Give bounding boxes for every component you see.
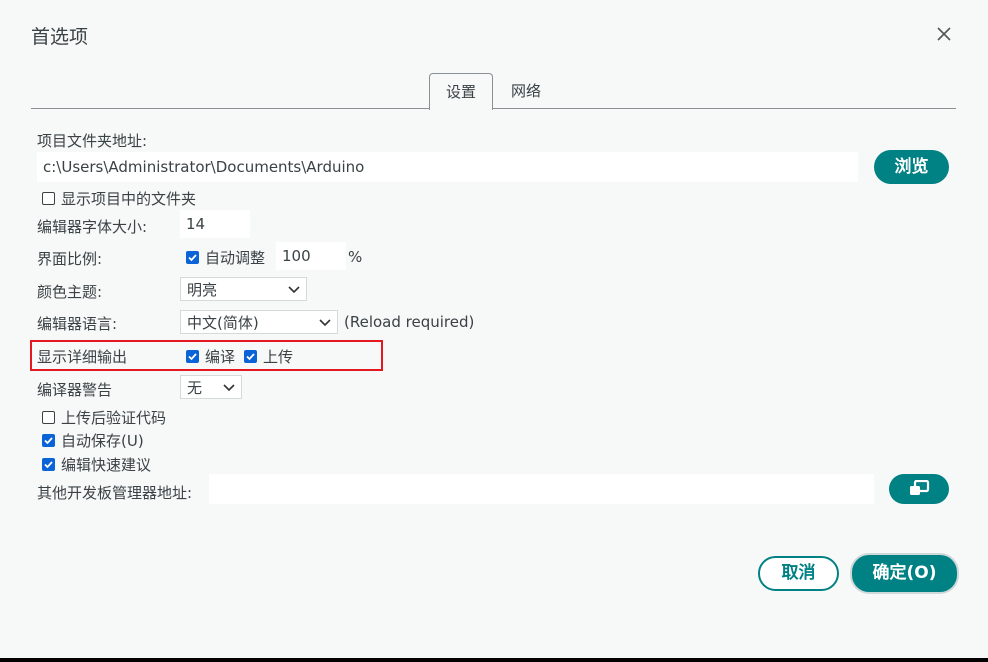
quick-suggestions-checkbox[interactable]: [42, 458, 55, 471]
editor-font-size-input[interactable]: [180, 210, 250, 238]
browse-button[interactable]: 浏览: [874, 150, 949, 184]
editor-font-size-label: 编辑器字体大小:: [37, 218, 148, 236]
verbose-compile-option[interactable]: 编译: [186, 346, 235, 367]
show-files-checkbox[interactable]: [42, 192, 55, 205]
verbose-compile-checkbox[interactable]: [186, 350, 199, 363]
verify-after-upload-option[interactable]: 上传后验证代码: [42, 407, 166, 428]
close-button[interactable]: [932, 22, 956, 46]
cancel-button[interactable]: 取消: [758, 556, 839, 591]
sketchbook-location-label: 项目文件夹地址:: [37, 132, 148, 150]
show-files-label: 显示项目中的文件夹: [61, 190, 197, 208]
chevron-down-icon: [288, 286, 300, 294]
auto-save-label: 自动保存(U): [61, 432, 144, 450]
auto-save-option[interactable]: 自动保存(U): [42, 430, 144, 451]
check-icon: [188, 353, 197, 361]
check-icon: [188, 254, 197, 262]
language-select-value: 中文(简体): [187, 314, 259, 332]
interface-scale-label: 界面比例:: [37, 250, 103, 268]
percent-sign: %: [348, 248, 363, 266]
quick-suggestions-label: 编辑快速建议: [61, 456, 152, 474]
sketchbook-path-input[interactable]: [37, 152, 858, 182]
chevron-down-icon: [223, 384, 235, 392]
compiler-warnings-label: 编译器警告: [37, 381, 113, 399]
check-icon: [44, 437, 53, 445]
close-icon: [937, 27, 951, 41]
dialog-title: 首选项: [31, 26, 89, 48]
auto-save-checkbox[interactable]: [42, 434, 55, 447]
language-label: 编辑器语言:: [37, 315, 118, 333]
verbose-upload-checkbox[interactable]: [244, 350, 257, 363]
theme-select-value: 明亮: [187, 281, 218, 299]
verify-after-upload-checkbox[interactable]: [42, 411, 55, 424]
show-files-option[interactable]: 显示项目中的文件夹: [42, 188, 196, 209]
verbose-compile-label: 编译: [205, 348, 236, 366]
verbose-upload-option[interactable]: 上传: [244, 346, 293, 367]
tab-settings[interactable]: 设置: [429, 73, 493, 110]
board-manager-urls-input[interactable]: [209, 474, 874, 504]
edit-urls-button[interactable]: [889, 474, 949, 504]
verbose-upload-label: 上传: [263, 348, 294, 366]
verbose-output-label: 显示详细输出: [37, 348, 128, 366]
auto-adjust-option[interactable]: 自动调整: [186, 247, 265, 268]
bottom-edge: [0, 658, 988, 662]
board-manager-urls-label: 其他开发板管理器地址:: [37, 484, 193, 502]
open-window-icon: [910, 479, 930, 495]
check-icon: [246, 353, 255, 361]
auto-adjust-checkbox[interactable]: [186, 251, 199, 264]
language-select[interactable]: 中文(简体): [180, 310, 338, 334]
verify-after-upload-label: 上传后验证代码: [61, 409, 167, 427]
compiler-warnings-value: 无: [187, 379, 203, 397]
check-icon: [44, 461, 53, 469]
ok-button[interactable]: 确定(O): [852, 555, 957, 592]
interface-scale-input[interactable]: [276, 242, 346, 270]
tabs-divider: [31, 108, 956, 109]
compiler-warnings-select[interactable]: 无: [180, 375, 242, 399]
reload-required-note: (Reload required): [344, 313, 475, 331]
tab-network[interactable]: 网络: [498, 73, 554, 109]
auto-adjust-label: 自动调整: [205, 249, 266, 267]
chevron-down-icon: [319, 319, 331, 327]
theme-label: 颜色主题:: [37, 283, 103, 301]
quick-suggestions-option[interactable]: 编辑快速建议: [42, 454, 151, 475]
preferences-dialog: 首选项 设置 网络 项目文件夹地址: 浏览 显示项目中的文件夹 编辑器字体大小:…: [0, 0, 988, 658]
theme-select[interactable]: 明亮: [180, 277, 307, 301]
